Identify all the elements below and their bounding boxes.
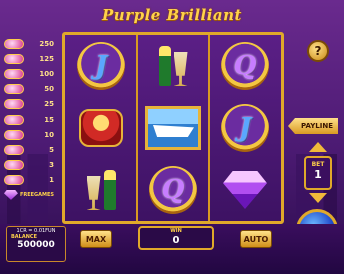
coin-k-icon bbox=[4, 160, 24, 171]
paytable-row: 250 bbox=[4, 36, 54, 51]
paytable-value: 1 bbox=[49, 176, 54, 185]
paytable-value: 10 bbox=[44, 130, 54, 139]
paytable-value: 50 bbox=[44, 85, 54, 94]
reel-cell: Q bbox=[137, 159, 209, 221]
freegames-label: FREEGAMES bbox=[19, 191, 54, 198]
coin-a-icon bbox=[4, 175, 24, 186]
ring-icon bbox=[4, 68, 24, 79]
reel-cell bbox=[209, 159, 281, 221]
help-button[interactable]: ? bbox=[307, 40, 329, 62]
win-panel: WIN 0 bbox=[138, 226, 214, 250]
coin-10-icon bbox=[4, 144, 24, 155]
freegames-row: FREEGAMES bbox=[4, 189, 54, 200]
reel-cell bbox=[65, 97, 137, 159]
paytable-value: 5 bbox=[49, 145, 54, 154]
bet-up-arrow-icon[interactable] bbox=[309, 142, 327, 152]
champagne-icon bbox=[158, 46, 188, 86]
cash-stack-icon bbox=[4, 53, 24, 64]
diamond-icon bbox=[223, 171, 267, 209]
paytable-value: 25 bbox=[44, 100, 54, 109]
paytable-value: 250 bbox=[39, 39, 54, 48]
champagne-icon bbox=[86, 170, 116, 210]
bet-value: 1 bbox=[314, 168, 322, 181]
reel-cell bbox=[137, 35, 209, 97]
paytable-row: 1 bbox=[4, 173, 54, 188]
paytable-value: 15 bbox=[44, 115, 54, 124]
win-value: 0 bbox=[172, 235, 180, 246]
coin-q-symbol: Q bbox=[149, 166, 197, 214]
paytable-row: 10 bbox=[4, 127, 54, 142]
coin-q-icon bbox=[4, 114, 24, 125]
paytable-row: 3 bbox=[4, 158, 54, 173]
coin-j-icon bbox=[4, 129, 24, 140]
coin-j-symbol: J bbox=[77, 42, 125, 90]
payline-button[interactable]: PAYLINE bbox=[288, 118, 338, 134]
paytable-row: 5 bbox=[4, 142, 54, 157]
paytable-row: 25 bbox=[4, 97, 54, 112]
reel-cell: J bbox=[209, 97, 281, 159]
diamond-icon bbox=[4, 189, 18, 200]
max-bet-button[interactable]: MAX bbox=[80, 230, 112, 248]
balance-panel: 1CR = 0.01FUN BALANCE 500000 bbox=[6, 226, 66, 262]
bet-label: BET bbox=[311, 161, 325, 168]
coin-q-symbol: Q bbox=[221, 42, 269, 90]
coin-j-symbol: J bbox=[221, 104, 269, 152]
yacht-icon bbox=[4, 99, 24, 110]
reels-grid: J Q J Q bbox=[62, 32, 284, 224]
paytable-row: 50 bbox=[4, 82, 54, 97]
reel-cell bbox=[65, 159, 137, 221]
game-title: Purple Brilliant bbox=[102, 6, 242, 24]
yacht-icon bbox=[145, 106, 201, 150]
paytable: 250 125 100 50 25 15 10 5 3 1 FREEGAMES bbox=[4, 36, 54, 222]
paytable-value: 125 bbox=[39, 54, 54, 63]
coins-pile-icon bbox=[4, 38, 24, 49]
ring-icon bbox=[79, 109, 123, 147]
reel-cell bbox=[137, 97, 209, 159]
champagne-icon bbox=[4, 84, 24, 95]
paytable-row: 100 bbox=[4, 66, 54, 81]
paytable-value: 3 bbox=[49, 161, 54, 170]
paytable-row: 15 bbox=[4, 112, 54, 127]
paytable-value: 100 bbox=[39, 69, 54, 78]
bet-display: BET 1 bbox=[304, 156, 332, 190]
win-label: WIN bbox=[170, 228, 182, 234]
reel-cell: Q bbox=[209, 35, 281, 97]
balance-value: 500000 bbox=[17, 240, 55, 250]
auto-button[interactable]: AUTO bbox=[240, 230, 272, 248]
reel-cell: J bbox=[65, 35, 137, 97]
paytable-row: 125 bbox=[4, 51, 54, 66]
